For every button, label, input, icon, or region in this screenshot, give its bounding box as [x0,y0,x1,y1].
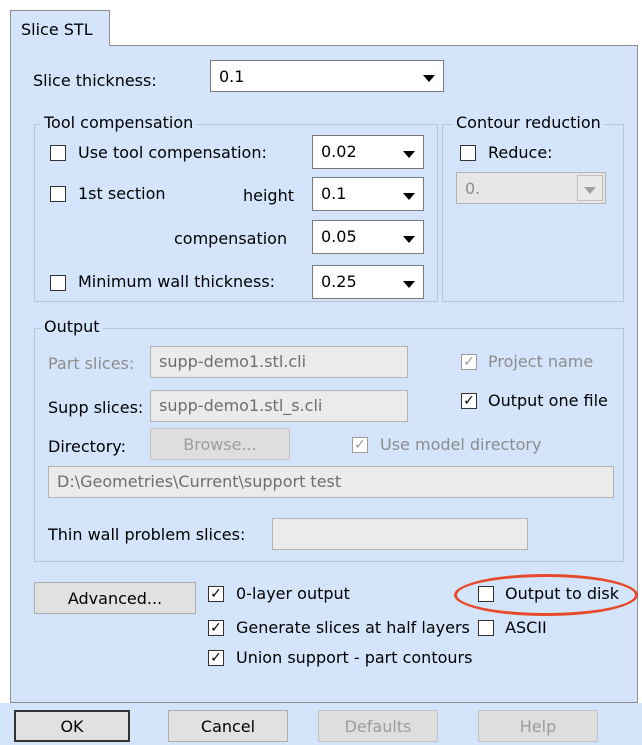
height-combo[interactable]: 0.1 [312,177,424,211]
contour-reduction-title: Contour reduction [453,113,604,132]
use-tool-compensation-checkbox[interactable] [50,145,66,161]
half-layers-label: Generate slices at half layers [236,618,470,637]
minimum-wall-thickness-combo[interactable]: 0.25 [312,265,424,299]
tool-compensation-title: Tool compensation [41,113,197,132]
browse-button: Browse... [150,428,290,460]
help-button: Help [478,710,598,742]
compensation-combo[interactable]: 0.05 [312,220,424,254]
chevron-down-icon[interactable] [417,63,441,89]
height-label: height [243,186,294,205]
tab-slice-stl[interactable]: Slice STL [10,10,110,46]
output-title: Output [41,317,103,336]
project-name-label: Project name [488,352,594,371]
ok-button[interactable]: OK [14,710,130,742]
cancel-button[interactable]: Cancel [168,710,288,742]
output-one-file-checkbox[interactable]: ✓ [461,393,477,409]
chevron-down-icon [577,175,603,201]
chevron-down-icon[interactable] [397,268,421,296]
supp-slices-field: supp-demo1.stl_s.cli [150,390,408,422]
slice-thickness-combo[interactable]: 0.1 [210,60,444,92]
directory-path-field: D:\Geometries\Current\support test [48,466,614,498]
output-to-disk-checkbox[interactable] [478,586,494,602]
chevron-down-icon[interactable] [397,223,421,251]
directory-label: Directory: [48,437,126,456]
supp-slices-label: Supp slices: [48,398,144,417]
union-support-label: Union support - part contours [236,648,473,667]
defaults-button: Defaults [318,710,438,742]
output-one-file-label: Output one file [488,391,608,410]
advanced-button[interactable]: Advanced... [34,582,196,614]
reduce-combo: 0. [456,172,606,204]
project-name-checkbox: ✓ [461,354,477,370]
half-layers-checkbox[interactable]: ✓ [208,620,224,636]
slice-thickness-label: Slice thickness: [33,71,157,90]
part-slices-field: supp-demo1.stl.cli [150,346,408,378]
reduce-checkbox[interactable] [460,145,476,161]
use-model-directory-label: Use model directory [380,435,542,454]
zero-layer-output-checkbox[interactable]: ✓ [208,586,224,602]
chevron-down-icon[interactable] [397,180,421,208]
first-section-label: 1st section [78,184,166,203]
minimum-wall-thickness-checkbox[interactable] [50,275,66,291]
ascii-checkbox[interactable] [478,620,494,636]
ascii-label: ASCII [505,618,547,637]
use-tool-compensation-label: Use tool compensation: [78,143,267,162]
thin-wall-field [272,518,528,550]
reduce-label: Reduce: [488,143,553,162]
minimum-wall-thickness-label: Minimum wall thickness: [78,272,276,291]
union-support-checkbox[interactable]: ✓ [208,650,224,666]
zero-layer-output-label: 0-layer output [236,584,350,603]
first-section-checkbox[interactable] [50,186,66,202]
thin-wall-label: Thin wall problem slices: [48,525,246,544]
use-model-directory-checkbox: ✓ [352,437,368,453]
chevron-down-icon[interactable] [397,138,421,166]
output-to-disk-label: Output to disk [505,584,620,603]
compensation-label: compensation [174,229,288,248]
part-slices-label: Part slices: [48,354,135,373]
tool-compensation-combo[interactable]: 0.02 [312,135,424,169]
